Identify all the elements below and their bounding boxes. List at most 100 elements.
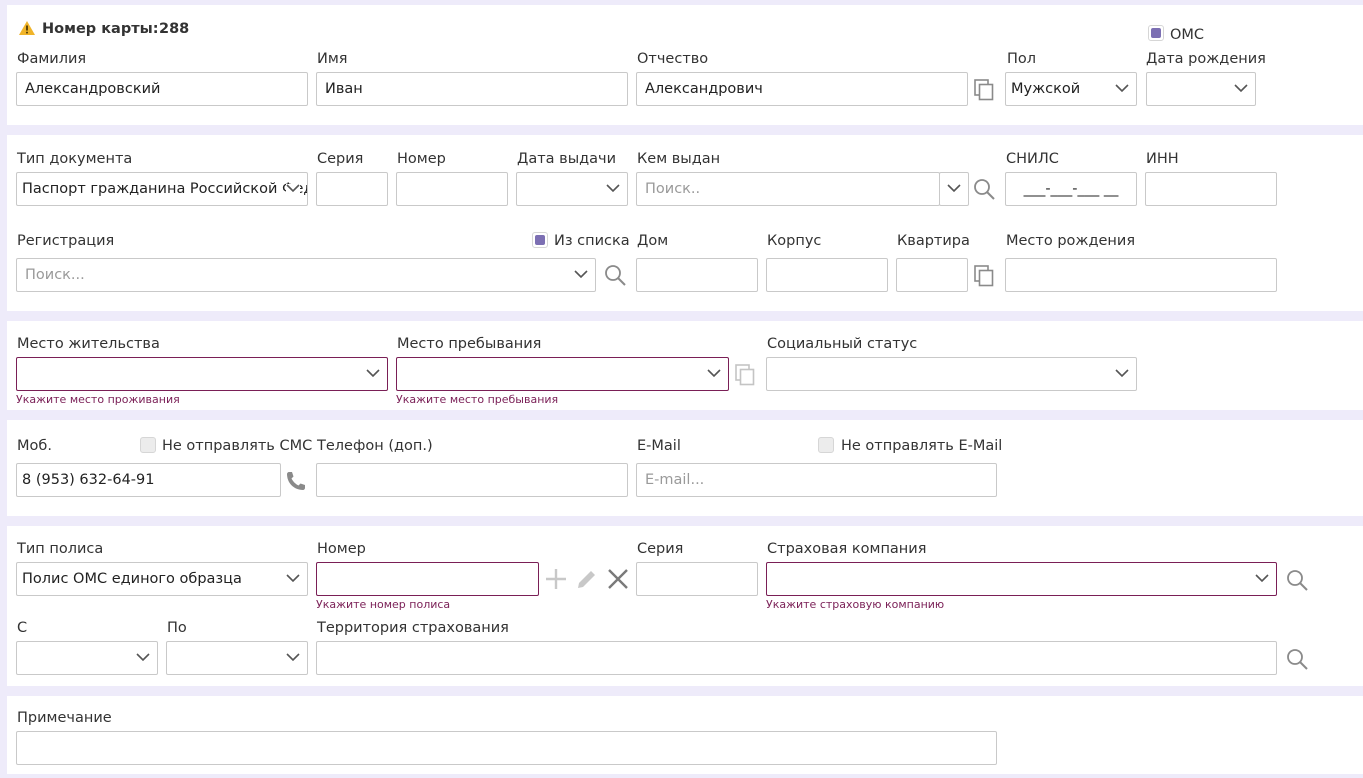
doc-type-select[interactable]: Паспорт гражданина Российской Федерации <box>16 172 308 206</box>
policy-number-input[interactable] <box>316 562 539 596</box>
patronymic-input[interactable]: Александрович <box>636 72 968 106</box>
email-label: E-Mail <box>637 438 681 454</box>
doc-series-label: Серия <box>317 151 364 167</box>
policy-type-select[interactable]: Полис ОМС единого образца <box>16 562 308 596</box>
no-sms-label: Не отправлять СМС <box>162 438 313 454</box>
registration-label: Регистрация <box>17 233 115 249</box>
policy-from-select[interactable] <box>16 641 158 675</box>
registration-placeholder: Поиск... <box>25 267 85 283</box>
note-input[interactable] <box>16 731 997 765</box>
oms-label: ОМС <box>1170 27 1205 43</box>
social-status-select[interactable] <box>766 357 1137 391</box>
doc-issuer-input[interactable]: Поиск.. <box>636 172 940 206</box>
plus-icon[interactable] <box>545 568 567 590</box>
birth-date-label: Дата рождения <box>1146 51 1266 67</box>
building-label: Корпус <box>767 233 822 249</box>
birth-date-select[interactable] <box>1146 72 1256 106</box>
name-input[interactable]: Иван <box>316 72 628 106</box>
doc-type-label: Тип документа <box>17 151 133 167</box>
doc-series-input[interactable] <box>316 172 388 206</box>
chevron-down-icon <box>366 369 380 378</box>
edit-icon[interactable] <box>576 568 598 590</box>
oms-checkbox[interactable] <box>1148 25 1164 41</box>
snils-label: СНИЛС <box>1006 151 1059 167</box>
stay-label: Место пребывания <box>397 336 542 352</box>
chevron-down-icon <box>286 653 300 662</box>
residence-label: Место жительства <box>17 336 160 352</box>
warning-icon <box>19 21 35 35</box>
policy-series-label: Серия <box>637 541 684 557</box>
stay-select[interactable] <box>396 357 729 391</box>
email-input[interactable]: E-mail... <box>636 463 997 497</box>
sex-select[interactable]: Мужской <box>1005 72 1137 106</box>
residence-select[interactable] <box>16 357 388 391</box>
note-label: Примечание <box>17 710 112 726</box>
no-email-checkbox[interactable] <box>818 437 834 453</box>
chevron-down-icon <box>136 653 150 662</box>
insurer-label: Страховая компания <box>767 541 927 557</box>
doc-type-value: Паспорт гражданина Российской Федерации <box>22 181 307 197</box>
policy-type-value: Полис ОМС единого образца <box>22 571 242 587</box>
doc-number-input[interactable] <box>396 172 508 206</box>
doc-issuer-label: Кем выдан <box>637 151 721 167</box>
policy-to-label: По <box>167 620 187 636</box>
patronymic-label: Отчество <box>637 51 709 67</box>
close-icon[interactable] <box>607 568 629 590</box>
policy-from-label: С <box>17 620 28 636</box>
territory-input[interactable] <box>316 641 1277 675</box>
doc-issue-date-label: Дата выдачи <box>517 151 617 167</box>
insurer-select[interactable] <box>766 562 1277 596</box>
doc-issuer-dropdown[interactable] <box>939 172 969 206</box>
no-email-label: Не отправлять E-Mail <box>841 438 1003 454</box>
card-number-value: 288 <box>159 21 190 37</box>
insurer-error: Укажите страховую компанию <box>766 598 945 611</box>
copy-icon[interactable] <box>973 78 995 102</box>
policy-type-label: Тип полиса <box>17 541 104 557</box>
chevron-down-icon <box>1255 574 1269 583</box>
building-input[interactable] <box>766 258 888 292</box>
residence-error: Укажите место проживания <box>16 393 180 406</box>
card-number-label: Номер карты: <box>42 21 159 37</box>
copy-icon[interactable] <box>734 363 756 387</box>
territory-label: Территория страхования <box>317 620 509 636</box>
snils-mask: ___-___-___ __ <box>1023 181 1119 197</box>
surname-input[interactable]: Александровский <box>16 72 308 106</box>
birthplace-input[interactable] <box>1005 258 1277 292</box>
chevron-down-icon <box>1234 84 1248 93</box>
search-icon[interactable] <box>1285 568 1309 592</box>
chevron-down-icon <box>286 574 300 583</box>
phone-extra-input[interactable] <box>316 463 628 497</box>
inn-label: ИНН <box>1146 151 1179 167</box>
flat-input[interactable] <box>896 258 968 292</box>
house-label: Дом <box>637 233 669 249</box>
mobile-input[interactable]: 8 (953) 632-64-91 <box>16 463 281 497</box>
policy-series-input[interactable] <box>636 562 758 596</box>
inn-input[interactable] <box>1145 172 1277 206</box>
doc-number-label: Номер <box>397 151 446 167</box>
policy-to-select[interactable] <box>166 641 308 675</box>
surname-label: Фамилия <box>17 51 87 67</box>
flat-label: Квартира <box>897 233 970 249</box>
phone-extra-label: Телефон (доп.) <box>317 438 433 454</box>
search-icon[interactable] <box>603 263 627 287</box>
search-icon[interactable] <box>972 177 996 201</box>
doc-issue-date-select[interactable] <box>516 172 628 206</box>
chevron-down-icon <box>1115 369 1129 378</box>
house-input[interactable] <box>636 258 758 292</box>
stay-error: Укажите место пребывания <box>396 393 559 406</box>
phone-icon[interactable] <box>285 470 307 492</box>
name-label: Имя <box>317 51 348 67</box>
search-icon[interactable] <box>1285 647 1309 671</box>
copy-icon[interactable] <box>973 264 995 288</box>
from-list-checkbox[interactable] <box>532 232 548 248</box>
chevron-down-icon <box>947 184 961 193</box>
social-status-label: Социальный статус <box>767 336 918 352</box>
chevron-down-icon <box>1115 84 1129 93</box>
mobile-label: Моб. <box>17 438 52 454</box>
registration-input[interactable]: Поиск... <box>16 258 596 292</box>
no-sms-checkbox[interactable] <box>140 437 156 453</box>
snils-input[interactable]: ___-___-___ __ <box>1005 172 1137 206</box>
chevron-down-icon <box>574 270 588 279</box>
chevron-down-icon <box>707 369 721 378</box>
from-list-label: Из списка <box>554 233 630 249</box>
